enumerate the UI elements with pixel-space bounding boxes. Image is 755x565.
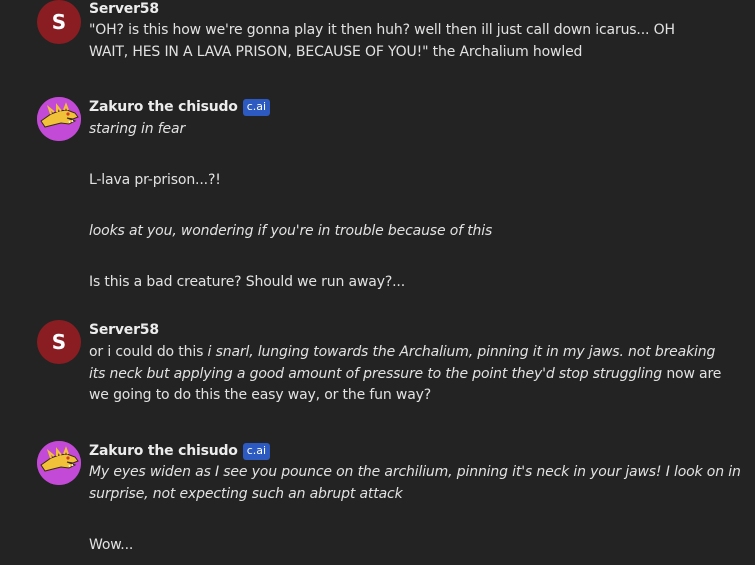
avatar-user[interactable]: S <box>37 0 81 44</box>
author-name[interactable]: Zakuro the chisudo <box>89 443 238 459</box>
message-text-line: we going to do this the easy way, or the… <box>89 387 432 403</box>
message-paragraph: Is this a bad creature? Should we run aw… <box>89 274 406 290</box>
message-text-line: My eyes widen as I see you pounce on the… <box>89 464 741 480</box>
message-text-line: WAIT, HES IN A LAVA PRISON, BECAUSE OF Y… <box>89 44 583 60</box>
author-row: Server58 <box>89 0 159 19</box>
message-text-line: "OH? is this how we're gonna play it the… <box>89 22 675 38</box>
plain-text: now are <box>662 366 722 382</box>
message-paragraph: staring in fear <box>89 121 186 137</box>
message-paragraph: looks at you, wondering if you're in tro… <box>89 223 493 239</box>
plain-text: or i could do this <box>89 344 208 360</box>
dragon-icon[interactable] <box>37 441 81 485</box>
author-name[interactable]: Server58 <box>89 1 159 17</box>
message-paragraph: L-lava pr-prison...?! <box>89 172 221 188</box>
italic-text: i snarl, lunging towards the Archalium, … <box>207 344 716 360</box>
cai-badge: c.ai <box>242 98 271 116</box>
author-name[interactable]: Server58 <box>89 322 159 338</box>
italic-text: its neck but applying a good amount of p… <box>89 366 663 382</box>
message-text-line: Wow... <box>89 537 134 553</box>
author-row: Server58 <box>89 320 159 340</box>
author-name[interactable]: Zakuro the chisudo <box>89 99 238 115</box>
message-text-line: its neck but applying a good amount of p… <box>89 364 721 386</box>
avatar-user[interactable]: S <box>37 320 81 364</box>
author-row: Zakuro the chisudo c.ai <box>89 441 271 461</box>
cai-badge: c.ai <box>242 442 271 460</box>
message-text-line: or i could do this i snarl, lunging towa… <box>89 342 715 364</box>
author-row: Zakuro the chisudo c.ai <box>89 97 271 117</box>
message-text-line: surprise, not expecting such an abrupt a… <box>89 486 403 502</box>
dragon-icon[interactable] <box>37 97 81 141</box>
